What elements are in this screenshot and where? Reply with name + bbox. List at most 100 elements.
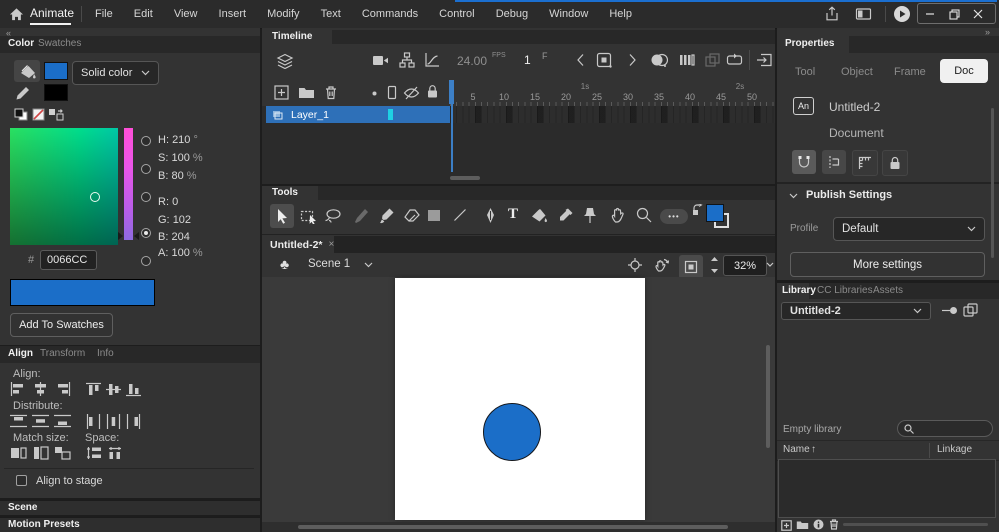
- space-vertically-button[interactable]: [86, 446, 102, 460]
- rotation-tool-icon[interactable]: [654, 257, 670, 273]
- menu-file[interactable]: File: [86, 0, 122, 28]
- stroke-color-swatch[interactable]: [44, 84, 68, 101]
- layers-stack-icon[interactable]: [276, 53, 294, 69]
- eraser-tool-icon[interactable]: [404, 208, 420, 223]
- edit-toolbar-button[interactable]: •••: [660, 209, 688, 224]
- properties-scroll-thumb[interactable]: [991, 108, 994, 258]
- lock-layers-icon[interactable]: [426, 84, 439, 99]
- snap-to-objects-button[interactable]: [792, 150, 816, 174]
- name-column-header[interactable]: Name: [783, 444, 810, 455]
- play-test-movie-icon[interactable]: [893, 5, 911, 23]
- playhead-line[interactable]: [451, 104, 453, 172]
- space-horizontally-button[interactable]: [108, 446, 124, 460]
- restore-icon[interactable]: [942, 4, 966, 24]
- line-tool-icon[interactable]: [453, 208, 467, 222]
- library-search-input[interactable]: [897, 420, 993, 437]
- radio-red[interactable]: [141, 228, 151, 238]
- props-tab-tool[interactable]: Tool: [795, 66, 815, 78]
- current-frame-value[interactable]: 1: [524, 53, 531, 67]
- close-icon[interactable]: [966, 4, 990, 24]
- tab-close-icon[interactable]: ×: [329, 239, 335, 250]
- pin-library-icon[interactable]: [941, 306, 958, 315]
- distribute-right-button[interactable]: [126, 414, 141, 429]
- frame-grid[interactable]: [450, 106, 775, 123]
- playhead-marker[interactable]: [449, 80, 454, 104]
- scene-panel-header[interactable]: Scene: [0, 500, 260, 515]
- menu-insert[interactable]: Insert: [210, 0, 256, 28]
- radio-brightness[interactable]: [141, 192, 151, 202]
- tools-tab[interactable]: Tools: [262, 186, 318, 200]
- menu-modify[interactable]: Modify: [258, 0, 308, 28]
- stage-horizontal-scroll-thumb[interactable]: [298, 525, 728, 529]
- fill-color-chip[interactable]: [706, 204, 724, 222]
- stage-circle[interactable]: [483, 403, 541, 461]
- edit-symbols-icon[interactable]: ♣: [280, 256, 289, 272]
- rulers-button[interactable]: [852, 150, 878, 176]
- lock-guides-button[interactable]: [882, 150, 908, 176]
- lasso-tool-icon[interactable]: [325, 208, 342, 224]
- zoom-tool-icon[interactable]: [636, 207, 652, 223]
- cc-libraries-tab[interactable]: CC Libraries: [817, 285, 873, 296]
- new-folder-icon[interactable]: [796, 520, 809, 530]
- eyedropper-tool-icon[interactable]: [558, 207, 574, 223]
- align-horizontal-center-button[interactable]: [32, 382, 49, 396]
- layer-row[interactable]: Layer_1: [266, 106, 450, 123]
- menu-control[interactable]: Control: [430, 0, 483, 28]
- library-item-list[interactable]: [778, 459, 996, 518]
- library-tab[interactable]: Library: [777, 283, 816, 299]
- menu-text[interactable]: Text: [312, 0, 350, 28]
- stage[interactable]: [395, 278, 645, 520]
- onion-skin-icon[interactable]: [650, 53, 668, 67]
- motion-presets-panel-header[interactable]: Motion Presets: [0, 517, 260, 532]
- center-stage-icon[interactable]: [628, 258, 642, 272]
- swap-colors-icon[interactable]: [48, 108, 64, 121]
- paint-bucket-tool-icon[interactable]: [530, 207, 548, 224]
- delete-item-icon[interactable]: [829, 519, 839, 530]
- match-width-height-button[interactable]: [54, 446, 71, 460]
- delete-layer-icon[interactable]: [324, 85, 338, 100]
- menu-help[interactable]: Help: [600, 0, 641, 28]
- color-type-dropdown[interactable]: Solid color: [72, 61, 159, 85]
- column-divider[interactable]: [929, 443, 930, 458]
- distribute-horizontal-center-button[interactable]: [106, 414, 121, 429]
- tab-swatches[interactable]: Swatches: [38, 38, 81, 49]
- properties-tab[interactable]: Properties: [777, 36, 849, 53]
- props-tab-frame[interactable]: Frame: [894, 66, 926, 78]
- highlight-layer-dot-icon[interactable]: [372, 91, 377, 96]
- radio-saturation[interactable]: [141, 164, 151, 174]
- fluid-brush-tool-icon[interactable]: [353, 208, 369, 224]
- timeline-scroll-thumb[interactable]: [450, 176, 480, 180]
- new-symbol-icon[interactable]: [781, 520, 792, 531]
- distribute-left-button[interactable]: [86, 414, 101, 429]
- layer-keyframe-marker[interactable]: [388, 109, 393, 120]
- zoom-level-input[interactable]: 32%: [723, 255, 767, 276]
- show-layers-as-outlines-icon[interactable]: [387, 85, 397, 100]
- free-transform-tool-icon[interactable]: [300, 208, 317, 224]
- stage-vertical-scroll-thumb[interactable]: [766, 345, 770, 448]
- assets-tab[interactable]: Assets: [873, 285, 903, 296]
- library-document-dropdown[interactable]: Untitled-2: [781, 302, 931, 320]
- props-tab-object[interactable]: Object: [841, 66, 873, 78]
- menu-view[interactable]: View: [165, 0, 207, 28]
- align-right-button[interactable]: [54, 382, 71, 396]
- item-properties-icon[interactable]: [813, 519, 824, 530]
- create-loop-icon[interactable]: [726, 53, 743, 67]
- menu-edit[interactable]: Edit: [125, 0, 162, 28]
- hide-layers-icon[interactable]: [403, 86, 420, 100]
- home-icon[interactable]: [9, 7, 24, 21]
- edit-multiple-frames-icon[interactable]: [705, 53, 721, 67]
- props-tab-doc[interactable]: Doc: [940, 59, 988, 83]
- align-top-button[interactable]: [86, 382, 101, 397]
- app-name[interactable]: Animate: [30, 6, 74, 20]
- document-tab[interactable]: Untitled-2* ×: [262, 236, 334, 253]
- swap-colors-icon[interactable]: [692, 204, 704, 215]
- hue-slider-arrow-right[interactable]: [134, 232, 139, 240]
- match-width-button[interactable]: [10, 446, 27, 460]
- chevron-down-icon[interactable]: [364, 262, 373, 268]
- add-to-swatches-button[interactable]: Add To Swatches: [10, 313, 113, 337]
- fill-color-swatch[interactable]: [44, 62, 68, 80]
- color-picker-selector[interactable]: [90, 192, 100, 202]
- color-picker-field[interactable]: [10, 128, 118, 245]
- section-chevron-icon[interactable]: [789, 193, 798, 199]
- stroke-color-mode-button[interactable]: [15, 85, 31, 101]
